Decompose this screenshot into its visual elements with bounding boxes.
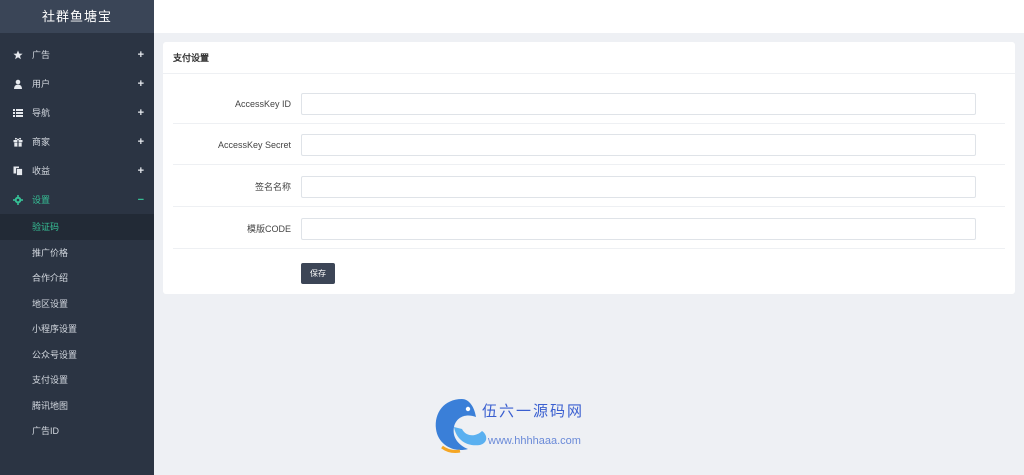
sidebar-item-users[interactable]: 用户 + (0, 69, 154, 98)
settings-panel: 支付设置 AccessKey ID AccessKey Secret 签名名称 … (163, 42, 1015, 294)
submenu-item-payment[interactable]: 支付设置 (0, 367, 154, 393)
watermark: 伍六一源码网 www.hhhhaaa.com (432, 395, 602, 455)
sidebar-item-nav[interactable]: 导航 + (0, 98, 154, 127)
sidebar-item-ads[interactable]: 广告 + (0, 40, 154, 69)
template-code-input[interactable] (301, 217, 976, 240)
copy-icon (13, 166, 23, 176)
form-row-sign-name: 签名名称 (173, 167, 1005, 207)
gift-icon (13, 137, 23, 147)
expand-icon[interactable]: + (138, 107, 144, 119)
sidebar-item-label: 商家 (32, 137, 51, 147)
submenu-item-region[interactable]: 地区设置 (0, 291, 154, 317)
expand-icon[interactable]: + (138, 78, 144, 90)
sidebar-item-label: 设置 (32, 195, 51, 205)
field-label: AccessKey Secret (217, 139, 291, 150)
settings-submenu: 验证码 推广价格 合作介绍 地区设置 小程序设置 公众号设置 支付设置 腾讯地图… (0, 214, 154, 444)
accesskey-id-input[interactable] (301, 92, 976, 115)
form-row-accesskey-secret: AccessKey Secret (173, 125, 1005, 165)
sidebar-item-label: 广告 (32, 50, 51, 60)
watermark-title: 伍六一源码网 (482, 402, 585, 420)
expand-icon[interactable]: + (138, 165, 144, 177)
expand-icon[interactable]: + (138, 49, 144, 61)
user-icon (13, 79, 23, 89)
panel-title: 支付设置 (163, 42, 1015, 74)
submenu-item-tencent-map[interactable]: 腾讯地图 (0, 393, 154, 419)
field-label: AccessKey ID (234, 98, 291, 109)
top-bar (154, 0, 1024, 33)
gear-icon (13, 194, 23, 205)
save-button[interactable]: 保存 (301, 263, 335, 284)
list-icon (13, 108, 23, 118)
field-label: 模版CODE (246, 224, 291, 234)
sidebar-item-earnings[interactable]: 收益 + (0, 156, 154, 185)
sign-name-input[interactable] (301, 175, 976, 198)
collapse-icon[interactable]: − (138, 194, 144, 206)
sidebar-menu: 广告 + 用户 + 导航 + 商家 + 收益 + 设置 − (0, 33, 154, 214)
brand-title: 社群鱼塘宝 (0, 0, 154, 33)
form-row-template-code: 模版CODE (173, 209, 1005, 249)
sidebar: 社群鱼塘宝 广告 + 用户 + 导航 + 商家 + 收益 + 设置 − 验证码 … (0, 0, 154, 475)
watermark-url: www.hhhhaaa.com (488, 435, 581, 447)
sidebar-item-label: 用户 (32, 79, 51, 89)
submenu-item-miniprogram[interactable]: 小程序设置 (0, 316, 154, 342)
submenu-item-promo-price[interactable]: 推广价格 (0, 240, 154, 266)
field-label: 签名名称 (254, 182, 291, 192)
sidebar-item-merchants[interactable]: 商家 + (0, 127, 154, 156)
sidebar-item-label: 收益 (32, 166, 51, 176)
submenu-item-captcha[interactable]: 验证码 (0, 214, 154, 240)
star-icon (13, 50, 23, 60)
submenu-item-official-account[interactable]: 公众号设置 (0, 342, 154, 368)
expand-icon[interactable]: + (138, 136, 144, 148)
fish-logo-icon (435, 399, 487, 453)
sidebar-item-settings[interactable]: 设置 − (0, 185, 154, 214)
submenu-item-cooperation[interactable]: 合作介绍 (0, 265, 154, 291)
accesskey-secret-input[interactable] (301, 133, 976, 156)
submenu-item-ad-id[interactable]: 广告ID (0, 418, 154, 444)
sidebar-item-label: 导航 (32, 108, 51, 118)
form-row-accesskey-id: AccessKey ID (173, 84, 1005, 124)
